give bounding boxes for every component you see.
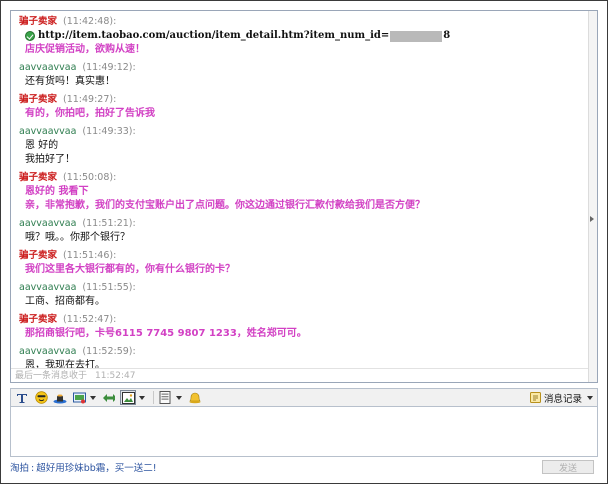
item-link-prefix: http://item.taobao.com/auction/item_deta…	[38, 30, 390, 41]
ad-link[interactable]: 淘拍: 超好用珍妹bb霜，买一送二!	[10, 460, 157, 474]
history-dropdown-caret[interactable]	[587, 395, 593, 400]
sender-name[interactable]: 骗子卖家	[19, 314, 57, 325]
redacted-id	[390, 30, 443, 42]
sender-name[interactable]: aavvaavvaa	[19, 218, 76, 229]
message: 骗子卖家 (11:42:48): http://item.taobao.com/a…	[19, 15, 589, 57]
bell-icon[interactable]	[187, 390, 203, 405]
sender-name[interactable]: 骗子卖家	[19, 250, 57, 261]
input-toolbar: 消息记录	[10, 388, 598, 407]
timestamp: (11:42:48):	[63, 16, 117, 27]
message-text: 有的，你拍吧，拍好了告诉我	[25, 108, 155, 119]
timestamp: (11:50:08):	[63, 172, 117, 183]
message-list: 骗子卖家 (11:42:48): http://item.taobao.com/a…	[11, 11, 589, 371]
message: aavvaavvaa (11:49:33): 恩 好的 我拍好了！	[19, 125, 589, 167]
display-icon[interactable]	[157, 390, 173, 405]
item-link[interactable]: http://item.taobao.com/auction/item_deta…	[25, 29, 589, 43]
message: aavvaavvaa (11:51:21): 哦？哦。。你那个银行？	[19, 217, 589, 245]
ad-prefix: 淘拍	[10, 463, 30, 474]
sender-name[interactable]: aavvaavvaa	[19, 62, 76, 73]
timestamp: (11:49:27):	[63, 94, 117, 105]
message-text: 那招商银行吧，卡号6115 7745 9807 1233，姓名郑可可。	[25, 328, 307, 339]
message-text: 店庆促销活动，欲购从速！	[25, 44, 145, 55]
shake-icon[interactable]	[101, 390, 117, 405]
timestamp: (11:52:47):	[63, 314, 117, 325]
display-dropdown-caret[interactable]	[176, 395, 182, 400]
message-text: 我拍好了！	[25, 154, 75, 165]
hat-icon[interactable]	[52, 390, 68, 405]
timestamp: (11:51:21):	[82, 218, 136, 229]
message-history-button[interactable]: 消息记录	[529, 390, 593, 405]
message: 骗子卖家 (11:50:08): 恩好的 我看下 亲，非常抱歉，我们的支付宝账户出…	[19, 171, 589, 213]
screenshot-icon[interactable]	[71, 390, 87, 405]
font-icon[interactable]	[14, 390, 30, 405]
history-label: 消息记录	[543, 393, 582, 405]
status-label: 最后一条消息收于	[15, 371, 88, 381]
message: 骗子卖家 (11:49:27): 有的，你拍吧，拍好了告诉我	[19, 93, 589, 121]
send-image-icon[interactable]	[120, 390, 136, 405]
message-text: 还有货吗！真实惠！	[25, 76, 115, 87]
history-icon	[529, 392, 541, 403]
chat-window: 骗子卖家 (11:42:48): http://item.taobao.com/a…	[0, 0, 608, 484]
ad-text: 超好用珍妹bb霜，买一送二!	[36, 463, 157, 474]
message-text: 我们这里各大银行都有的，你有什么银行的卡？	[25, 264, 235, 275]
sender-name[interactable]: 骗子卖家	[19, 16, 57, 27]
last-message-status: 最后一条消息收于 11:52:47	[11, 368, 589, 382]
sender-name[interactable]: aavvaavvaa	[19, 282, 76, 293]
chat-scrollbar[interactable]	[588, 11, 597, 382]
sender-name[interactable]: 骗子卖家	[19, 172, 57, 183]
message: 骗子卖家 (11:51:46): 我们这里各大银行都有的，你有什么银行的卡？	[19, 249, 589, 277]
verified-check-icon	[25, 31, 35, 41]
send-button[interactable]: 发送	[542, 460, 594, 474]
message: aavvaavvaa (11:49:12): 还有货吗！真实惠！	[19, 61, 589, 89]
message-text: 亲，非常抱歉，我们的支付宝账户出了点问题。你这边通过银行汇款付款给我们是否方便？	[25, 200, 425, 211]
message-text: 哦？哦。。你那个银行？	[25, 232, 130, 243]
timestamp: (11:52:59):	[82, 346, 136, 357]
message: aavvaavvaa (11:51:55): 工商、招商都有。	[19, 281, 589, 309]
sender-name[interactable]: aavvaavvaa	[19, 126, 76, 137]
timestamp: (11:49:12):	[82, 62, 136, 73]
sender-name[interactable]: 骗子卖家	[19, 94, 57, 105]
status-time: 11:52:47	[95, 371, 136, 381]
timestamp: (11:51:55):	[82, 282, 136, 293]
message-text: 工商、招商都有。	[25, 296, 105, 307]
message: 骗子卖家 (11:52:47): 那招商银行吧，卡号6115 7745 9807 …	[19, 313, 589, 341]
screenshot-dropdown-caret[interactable]	[90, 395, 96, 400]
chat-history-pane: 骗子卖家 (11:42:48): http://item.taobao.com/a…	[10, 10, 598, 383]
message-input[interactable]	[10, 407, 598, 457]
sender-name[interactable]: aavvaavvaa	[19, 346, 76, 357]
emoticon-icon[interactable]	[33, 390, 49, 405]
scroll-arrow-icon[interactable]	[590, 216, 594, 222]
timestamp: (11:51:46):	[63, 250, 117, 261]
message-text: 恩好的 我看下	[25, 186, 89, 197]
image-dropdown-caret[interactable]	[139, 395, 145, 400]
message-text: 恩 好的	[25, 140, 59, 151]
bottom-bar: 淘拍: 超好用珍妹bb霜，买一送二! 发送	[10, 459, 598, 475]
item-link-suffix: 8	[443, 30, 451, 41]
timestamp: (11:49:33):	[82, 126, 136, 137]
